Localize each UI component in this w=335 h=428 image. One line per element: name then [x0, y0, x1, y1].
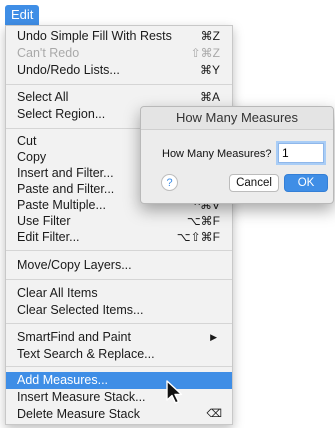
- shortcut-label: ⌥⌘F: [186, 214, 220, 228]
- menu-item-label: Cut: [17, 134, 37, 148]
- shortcut-label: ⌘Z: [200, 29, 220, 43]
- delete-icon: ⌫: [206, 408, 222, 420]
- screen: Edit Undo Simple Fill With Rests ⌘Z Can'…: [0, 0, 335, 428]
- menu-item-delete-measure-stack[interactable]: Delete Measure Stack ⌫: [6, 406, 232, 423]
- measures-count-input[interactable]: [278, 143, 324, 163]
- menu-item-label: Clear Selected Items...: [17, 303, 144, 317]
- menu-separator: [6, 279, 232, 280]
- menu-item-label: Select Region...: [17, 107, 106, 121]
- menu-item-smartfind-and-paint[interactable]: SmartFind and Paint ▶: [6, 329, 232, 346]
- menu-item-label: Text Search & Replace...: [17, 347, 155, 361]
- menu-item-label: Clear All Items: [17, 286, 98, 300]
- menu-separator: [6, 366, 232, 367]
- menu-item-edit-filter[interactable]: Edit Filter... ⌥⇧⌘F: [6, 229, 232, 246]
- menu-item-label: Copy: [17, 150, 47, 164]
- menu-item-clear-all-items[interactable]: Clear All Items: [6, 285, 232, 302]
- menu-item-label: Move/Copy Layers...: [17, 258, 132, 272]
- arrow-pointer-icon: [166, 380, 183, 404]
- menu-item-label: Edit Filter...: [17, 230, 80, 244]
- menu-item-label: Paste Multiple...: [17, 198, 106, 212]
- help-icon[interactable]: ?: [161, 174, 178, 191]
- shortcut-label: ⌘Y: [199, 63, 220, 77]
- menu-item-label: Delete Measure Stack: [17, 407, 140, 421]
- menu-item-label: Undo Simple Fill With Rests: [17, 29, 172, 43]
- menu-item-text-search-replace[interactable]: Text Search & Replace...: [6, 346, 232, 363]
- edit-menu: Undo Simple Fill With Rests ⌘Z Can't Red…: [5, 25, 233, 425]
- submenu-arrow-icon: ▶: [210, 332, 217, 342]
- menu-item-use-filter[interactable]: Use Filter ⌥⌘F: [6, 213, 232, 230]
- menu-separator: [6, 323, 232, 324]
- menu-item-label: Can't Redo: [17, 46, 80, 60]
- measures-count-label: How Many Measures?: [162, 148, 272, 160]
- menu-item-label: Undo/Redo Lists...: [17, 63, 120, 77]
- menu-item-label: SmartFind and Paint: [17, 330, 131, 344]
- menu-item-add-measures[interactable]: Add Measures...: [6, 372, 232, 389]
- menu-item-clear-selected-items[interactable]: Clear Selected Items...: [6, 302, 232, 319]
- menu-item-label: Use Filter: [17, 214, 71, 228]
- menu-item-label: Add Measures...: [17, 373, 109, 387]
- shortcut-label: ⌘A: [199, 90, 220, 104]
- menu-item-label: Insert Measure Stack...: [17, 390, 146, 404]
- menu-item-label: Insert and Filter...: [17, 166, 114, 180]
- menu-title-edit[interactable]: Edit: [5, 5, 40, 25]
- menu-item-undo[interactable]: Undo Simple Fill With Rests ⌘Z: [6, 28, 232, 45]
- menu-separator: [6, 84, 232, 85]
- menu-item-insert-measure-stack[interactable]: Insert Measure Stack...: [6, 389, 232, 406]
- menu-item-undo-redo-lists[interactable]: Undo/Redo Lists... ⌘Y: [6, 62, 232, 79]
- shortcut-label: ⇧⌘Z: [190, 46, 220, 60]
- menu-item-label: Select All: [17, 90, 69, 104]
- menu-separator: [6, 250, 232, 251]
- menu-item-label: Paste and Filter...: [17, 182, 115, 196]
- menu-item-select-all[interactable]: Select All ⌘A: [6, 89, 232, 106]
- shortcut-label: ⌥⇧⌘F: [176, 230, 220, 244]
- ok-button[interactable]: OK: [284, 174, 328, 192]
- dialog-title: How Many Measures: [141, 107, 333, 130]
- menu-item-move-copy-layers[interactable]: Move/Copy Layers...: [6, 257, 232, 274]
- menu-item-redo: Can't Redo ⇧⌘Z: [6, 45, 232, 62]
- how-many-measures-dialog: How Many Measures How Many Measures? ? C…: [140, 106, 334, 204]
- cancel-button[interactable]: Cancel: [229, 174, 279, 192]
